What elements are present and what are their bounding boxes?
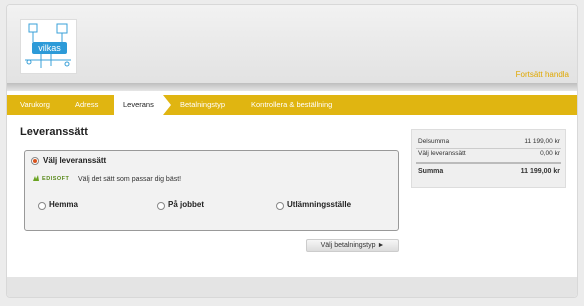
summary-label: Välj leveranssätt <box>418 150 466 157</box>
option-hemma-radio[interactable] <box>38 202 46 210</box>
choose-payment-button[interactable]: Välj betalningstyp ► <box>306 239 399 252</box>
edisoft-icon <box>33 175 39 181</box>
tab-leverans[interactable]: Leverans <box>114 95 171 115</box>
order-summary: Delsumma 11 199,00 kr Välj leveranssätt … <box>411 129 566 188</box>
tab-varukorg[interactable]: Varukorg <box>20 95 50 115</box>
tab-betalningstyp[interactable]: Betalningstyp <box>180 95 225 115</box>
header-divider <box>7 83 577 91</box>
option-pa-jobbet-label[interactable]: På jobbet <box>168 200 204 209</box>
edisoft-logo-text: EDISOFT <box>42 175 70 182</box>
page-footer <box>7 277 577 297</box>
option-hemma-label[interactable]: Hemma <box>49 200 78 209</box>
delivery-method-radio[interactable] <box>31 157 39 165</box>
option-utlamningsstalle-label[interactable]: Utlämningsställe <box>287 200 351 209</box>
summary-value: 0,00 kr <box>540 150 560 157</box>
delivery-method-title: Välj leveranssätt <box>43 156 107 165</box>
summary-total-divider <box>416 162 561 164</box>
continue-shopping-link[interactable]: Fortsätt handla <box>516 70 569 79</box>
summary-label: Delsumma <box>418 138 450 145</box>
summary-row-leverans: Välj leveranssätt 0,00 kr <box>418 150 560 157</box>
summary-row-total: Summa 11 199,00 kr <box>418 168 560 175</box>
site-header: vilkas Fortsätt handla <box>7 5 577 83</box>
vilkas-logo-graphic: vilkas <box>25 23 71 68</box>
vilkas-logo[interactable]: vilkas <box>20 19 77 74</box>
summary-row-delsumma: Delsumma 11 199,00 kr <box>418 138 560 145</box>
option-pa-jobbet-radio[interactable] <box>157 202 165 210</box>
tab-kontrollera[interactable]: Kontrollera & beställning <box>251 95 332 115</box>
tab-adress[interactable]: Adress <box>75 95 98 115</box>
edisoft-logo: EDISOFT <box>32 175 69 182</box>
delivery-method-box: Välj leveranssätt EDISOFT Välj det sätt … <box>24 150 399 231</box>
page-title: Leveranssätt <box>20 126 88 138</box>
summary-value: 11 199,00 kr <box>524 138 560 145</box>
delivery-description: Välj det sätt som passar dig bäst! <box>78 176 182 183</box>
checkout-page: vilkas Fortsätt handla Varukorg Adress L… <box>6 4 578 298</box>
logo-text: vilkas <box>38 43 61 53</box>
checkout-steps: Varukorg Adress Leverans Betalningstyp K… <box>7 95 577 115</box>
summary-total-value: 11 199,00 kr <box>520 168 560 175</box>
summary-total-label: Summa <box>418 168 444 175</box>
option-utlamningsstalle-radio[interactable] <box>276 202 284 210</box>
summary-divider <box>416 148 561 149</box>
